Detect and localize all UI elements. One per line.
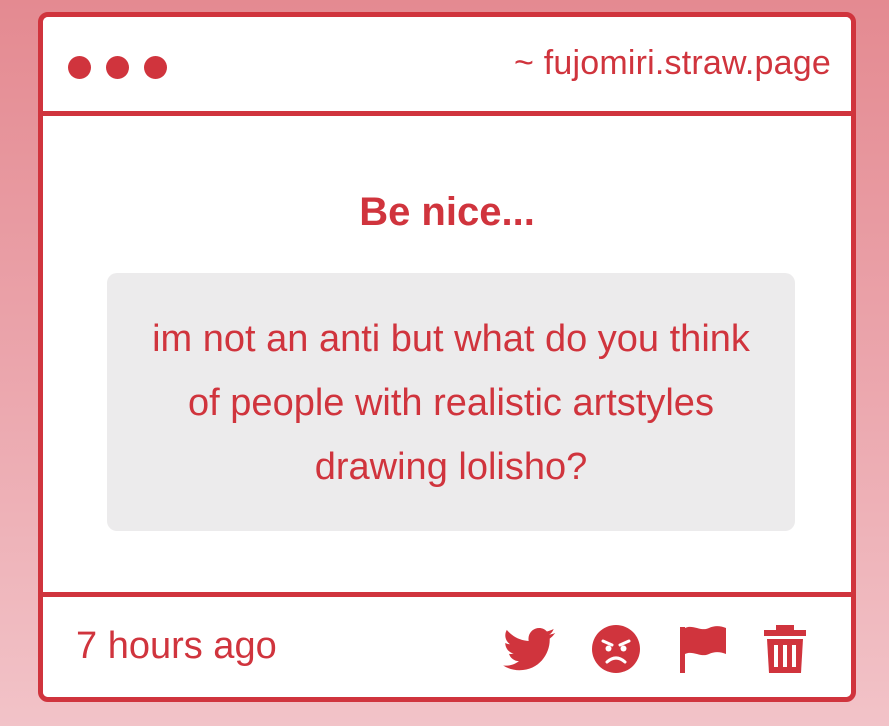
trash-icon[interactable] [761,623,809,675]
twitter-icon[interactable] [503,623,557,675]
window-dot-2 [106,56,129,79]
message-text: im not an anti but what do you think of … [152,318,750,488]
question-card: Be nice... im not an anti but what do yo… [43,116,851,592]
page-heading: Be nice... [359,190,535,234]
window-dot-1 [68,56,91,79]
card-footer: 7 hours ago [43,592,851,697]
site-url: ~ fujomiri.straw.page [514,44,831,82]
title-bar: ~ fujomiri.straw.page [43,17,851,116]
browser-window: ~ fujomiri.straw.page Be nice... im not … [38,12,856,702]
flag-icon[interactable] [677,623,729,675]
message-box: im not an anti but what do you think of … [107,273,795,531]
window-dot-3 [144,56,167,79]
angry-face-icon[interactable] [590,623,642,675]
timestamp: 7 hours ago [76,625,277,667]
